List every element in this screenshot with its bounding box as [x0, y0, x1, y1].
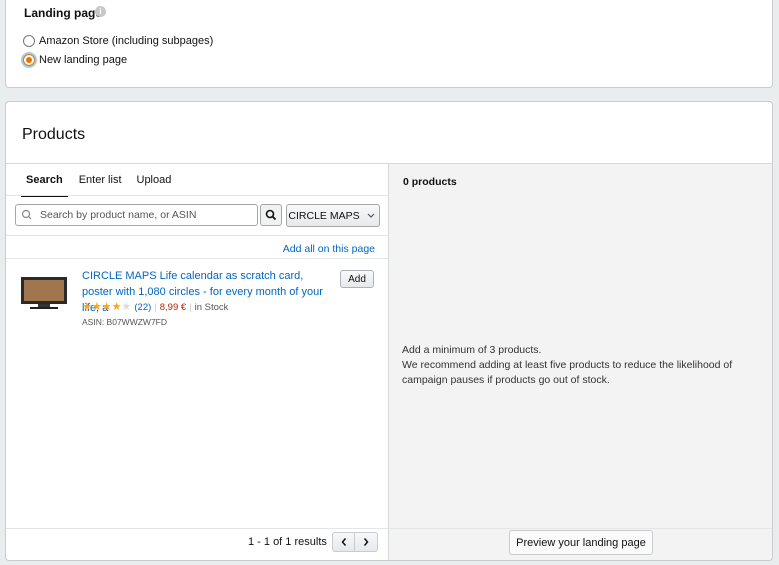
separator: |: [154, 302, 157, 313]
selected-products-count: 0 products: [403, 176, 457, 188]
radio-label-amazon-store: Amazon Store (including subpages): [39, 35, 214, 47]
add-all-link[interactable]: Add all on this page: [283, 243, 375, 255]
stock-status: in Stock: [194, 302, 229, 313]
product-thumbnail: [21, 277, 67, 309]
star-icon: ★: [101, 301, 112, 313]
product-tabs: Search Enter list Upload: [21, 174, 176, 197]
divider: [6, 235, 388, 236]
landing-page-label: Landing page: [24, 6, 102, 20]
next-page-button[interactable]: [355, 532, 378, 552]
star-icon: ★: [111, 301, 122, 313]
chevron-left-icon: [341, 538, 346, 546]
chevron-right-icon: [363, 538, 369, 546]
radio-checked-icon[interactable]: [23, 54, 35, 66]
chevron-down-icon: [367, 213, 375, 218]
brand-filter-value: CIRCLE MAPS: [288, 209, 360, 222]
brand-filter-dropdown[interactable]: CIRCLE MAPS: [286, 204, 380, 227]
review-count-link[interactable]: (22): [134, 302, 151, 313]
search-button[interactable]: [260, 204, 282, 226]
divider: [6, 258, 388, 259]
product-asin: ASIN: B07WWZW7FD: [82, 317, 168, 327]
tab-enter-list[interactable]: Enter list: [74, 174, 127, 195]
search-input[interactable]: [38, 208, 252, 222]
product-rating: ★ ★ ★ ★ ★ (22) | 8,99 € | in Stock: [82, 301, 229, 314]
hint-line: Add a minimum of 3 products.: [402, 344, 542, 356]
radio-new-landing-page[interactable]: New landing page: [23, 54, 127, 66]
preview-landing-page-button[interactable]: Preview your landing page: [509, 530, 653, 555]
star-icon: ★: [91, 301, 102, 313]
divider: [389, 528, 772, 529]
tab-upload[interactable]: Upload: [132, 174, 177, 195]
radio-unchecked-icon[interactable]: [23, 35, 35, 47]
separator: |: [189, 302, 192, 313]
search-icon: [265, 209, 277, 221]
hint-line: We recommend adding at least five produc…: [402, 359, 733, 386]
radio-amazon-store[interactable]: Amazon Store (including subpages): [23, 35, 213, 47]
pagination: [332, 532, 378, 552]
products-card: Products Search Enter list Upload CIRCLE…: [5, 101, 773, 561]
divider: [6, 528, 388, 529]
info-icon[interactable]: i: [95, 6, 106, 17]
search-icon: [21, 209, 32, 220]
search-field[interactable]: [15, 204, 258, 226]
prev-page-button[interactable]: [332, 532, 355, 552]
add-product-button[interactable]: Add: [340, 270, 374, 288]
minimum-products-hint: Add a minimum of 3 products. We recommen…: [402, 343, 752, 388]
tab-search[interactable]: Search: [21, 174, 68, 197]
results-count: 1 - 1 of 1 results: [248, 536, 327, 548]
landing-page-card: Landing page i Amazon Store (including s…: [5, 0, 773, 88]
star-icon: ★: [82, 301, 92, 313]
products-title: Products: [22, 126, 86, 143]
radio-label-new-landing-page: New landing page: [39, 54, 128, 66]
star-empty-icon: ★: [121, 301, 132, 313]
divider: [388, 163, 389, 560]
product-price: 8,99 €: [159, 302, 187, 313]
divider: [6, 195, 388, 196]
